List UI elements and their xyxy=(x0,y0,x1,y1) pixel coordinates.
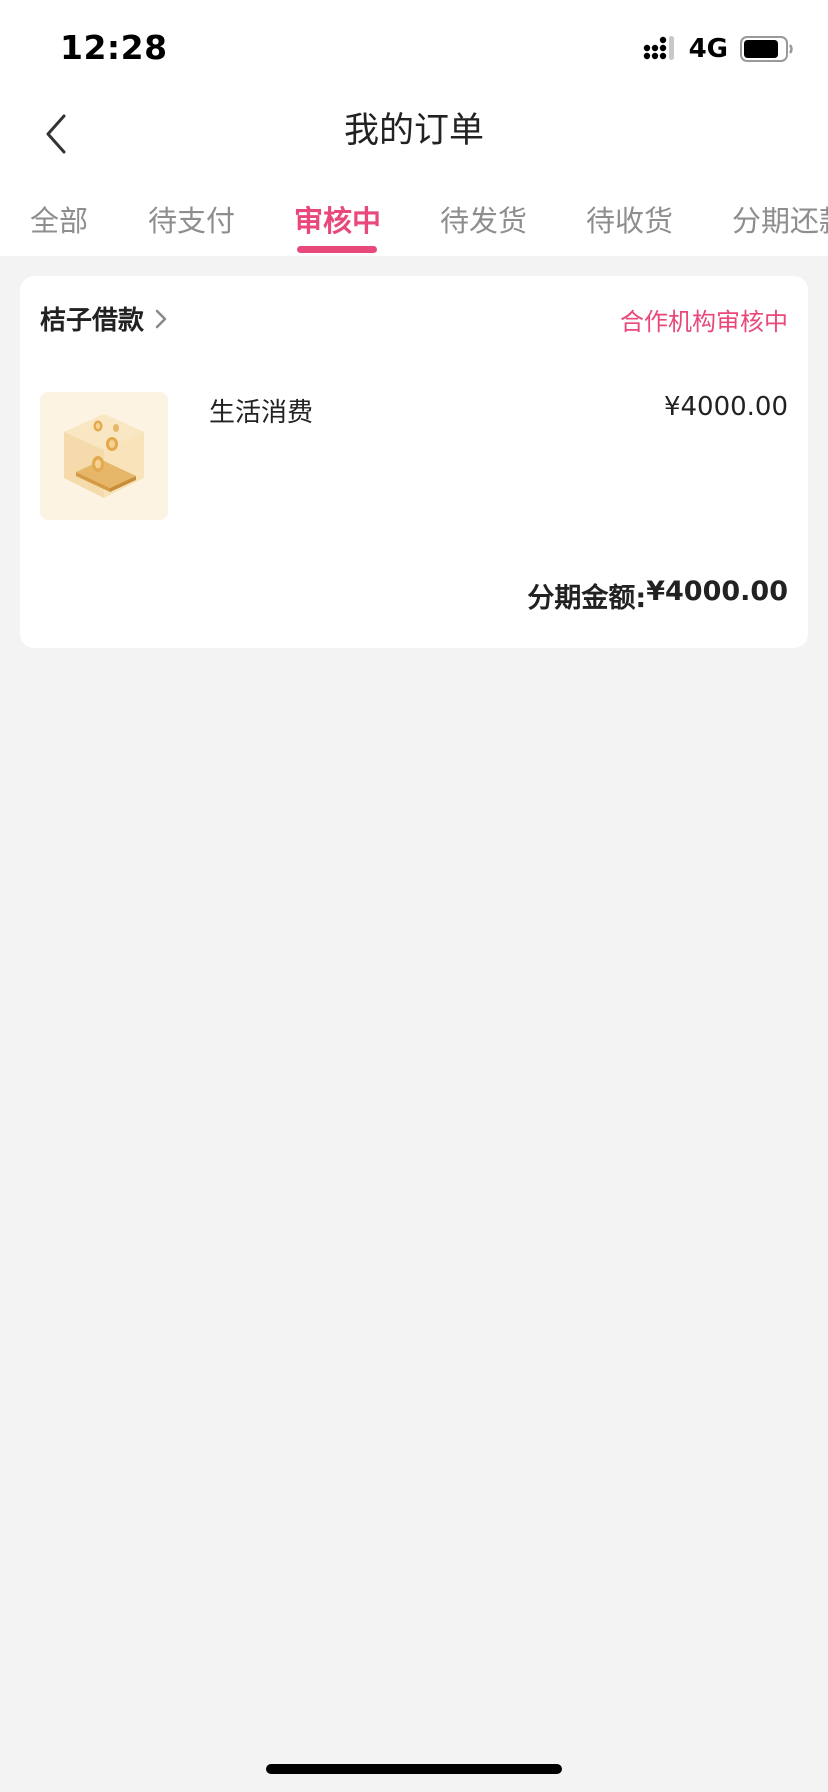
status-time: 12:28 xyxy=(60,28,168,67)
battery-icon xyxy=(740,36,794,62)
order-status: 合作机构审核中 xyxy=(620,308,788,336)
tab-pending-shipment[interactable]: 待发货 xyxy=(440,198,527,240)
status-indicators: 4G xyxy=(643,34,794,64)
tab-pending-payment[interactable]: 待支付 xyxy=(148,198,235,240)
order-card[interactable]: 桔子借款 合作机构审核中 生活消费 ¥4000.00 分期金额: ¥4000.0… xyxy=(20,276,808,648)
tab-all[interactable]: 全部 xyxy=(30,198,88,240)
installment-total: 分期金额: ¥4000.00 xyxy=(527,576,788,615)
network-type: 4G xyxy=(688,34,728,64)
product-name: 生活消费 xyxy=(209,398,314,428)
installment-label: 分期金额: xyxy=(527,583,647,614)
coin-box-icon xyxy=(64,414,144,498)
tab-under-review[interactable]: 审核中 xyxy=(294,198,381,240)
signal-bars-icon xyxy=(643,36,677,62)
product-price: ¥4000.00 xyxy=(663,392,788,422)
active-tab-indicator xyxy=(297,246,377,253)
merchant-link[interactable]: 桔子借款 xyxy=(40,300,168,337)
chevron-right-icon xyxy=(155,309,167,328)
installment-amount: ¥4000.00 xyxy=(646,576,788,607)
product-image xyxy=(40,392,168,520)
order-tabs: 全部 待支付 审核中 待发货 待收货 分期还款 xyxy=(0,186,828,256)
tab-installment-repayment[interactable]: 分期还款 xyxy=(732,198,828,240)
header-area: 12:28 4G 我的订单 全部 待支付 审核中 待发货 待收货 分期还 xyxy=(0,0,828,256)
home-indicator xyxy=(266,1764,562,1774)
tab-pending-receipt[interactable]: 待收货 xyxy=(586,198,673,240)
merchant-name: 桔子借款 xyxy=(40,306,145,336)
page-title: 我的订单 xyxy=(343,111,484,151)
